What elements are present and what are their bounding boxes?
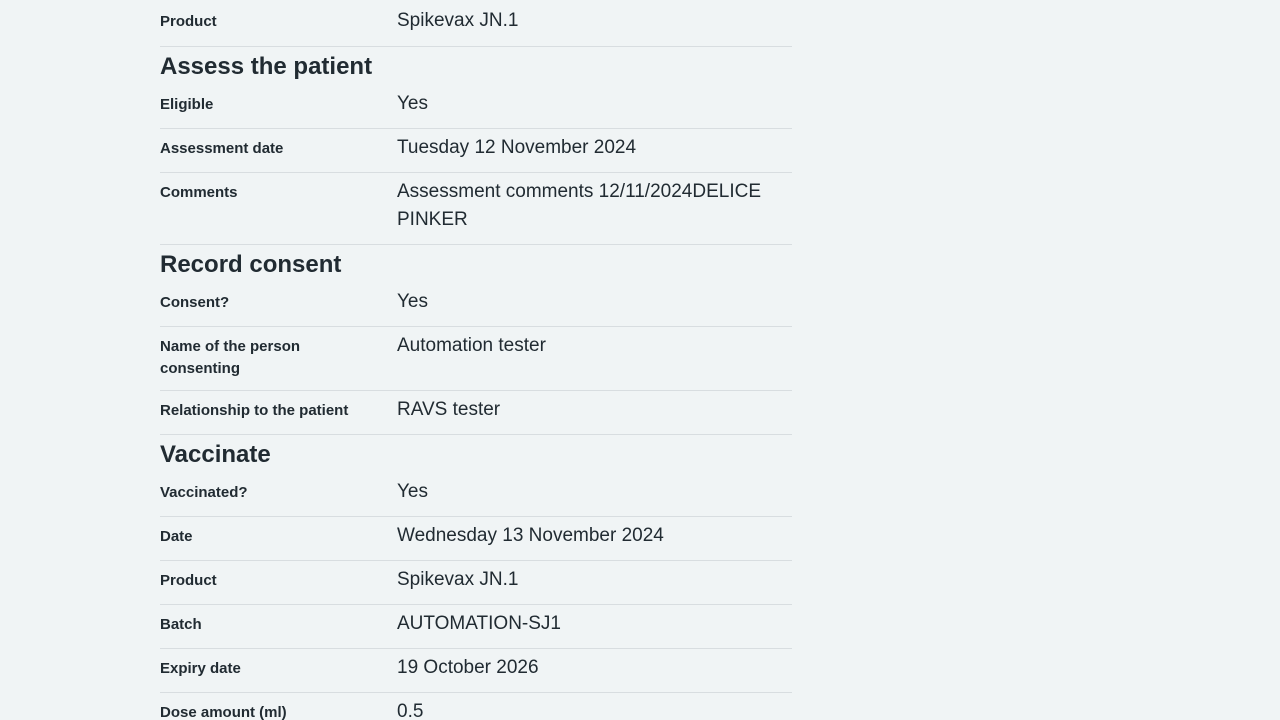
summary-row-date: Date Wednesday 13 November 2024 <box>160 517 792 561</box>
row-value: Automation tester <box>397 335 546 356</box>
row-value: Wednesday 13 November 2024 <box>397 525 664 546</box>
summary-row-vaccinated: Vaccinated? Yes <box>160 473 792 517</box>
row-value: 19 October 2026 <box>397 657 539 678</box>
row-value: RAVS tester <box>397 399 501 420</box>
summary-row-eligible: Eligible Yes <box>160 85 792 129</box>
row-key: Batch <box>160 616 202 633</box>
row-key: Comments <box>160 184 238 201</box>
row-key: Dose amount (ml) <box>160 704 287 720</box>
summary-list: Product Spikevax JN.1 Assess the patient… <box>160 0 792 720</box>
row-key: Expiry date <box>160 660 241 677</box>
row-value: Assessment comments 12/11/2024DELICE PIN… <box>397 181 761 230</box>
row-key: Date <box>160 528 193 545</box>
summary-row-dose-amount: Dose amount (ml) 0.5 <box>160 693 792 720</box>
row-value: Yes <box>397 481 428 502</box>
section-heading-vaccinate: Vaccinate <box>160 441 271 468</box>
row-value: Yes <box>397 93 428 114</box>
row-value: Spikevax JN.1 <box>397 10 519 31</box>
row-key: Consent? <box>160 294 230 311</box>
summary-row-batch: Batch AUTOMATION-SJ1 <box>160 605 792 649</box>
row-key: Vaccinated? <box>160 484 248 501</box>
summary-row-consent: Consent? Yes <box>160 283 792 327</box>
page: Product Spikevax JN.1 Assess the patient… <box>0 0 1280 720</box>
row-key: Assessment date <box>160 140 284 157</box>
summary-row-assessment-date: Assessment date Tuesday 12 November 2024 <box>160 129 792 173</box>
row-value: Yes <box>397 291 428 312</box>
summary-row-person-consenting: Name of the person consenting Automation… <box>160 327 792 391</box>
summary-row-comments: Comments Assessment comments 12/11/2024D… <box>160 173 792 245</box>
row-value: Spikevax JN.1 <box>397 569 519 590</box>
summary-row-relationship: Relationship to the patient RAVS tester <box>160 391 792 435</box>
summary-row-expiry-date: Expiry date 19 October 2026 <box>160 649 792 693</box>
summary-row-product: Product Spikevax JN.1 <box>160 561 792 605</box>
row-key: Name of the person consenting <box>160 338 301 377</box>
section-heading-assess: Assess the patient <box>160 53 373 80</box>
row-value: AUTOMATION-SJ1 <box>397 613 561 634</box>
row-value: Tuesday 12 November 2024 <box>397 137 637 158</box>
row-key: Product <box>160 13 217 30</box>
row-key: Product <box>160 572 217 589</box>
summary-row-product-top: Product Spikevax JN.1 <box>160 0 792 47</box>
row-key: Relationship to the patient <box>160 402 349 419</box>
row-key: Eligible <box>160 96 214 113</box>
section-heading-consent: Record consent <box>160 251 342 278</box>
row-value: 0.5 <box>397 701 424 720</box>
